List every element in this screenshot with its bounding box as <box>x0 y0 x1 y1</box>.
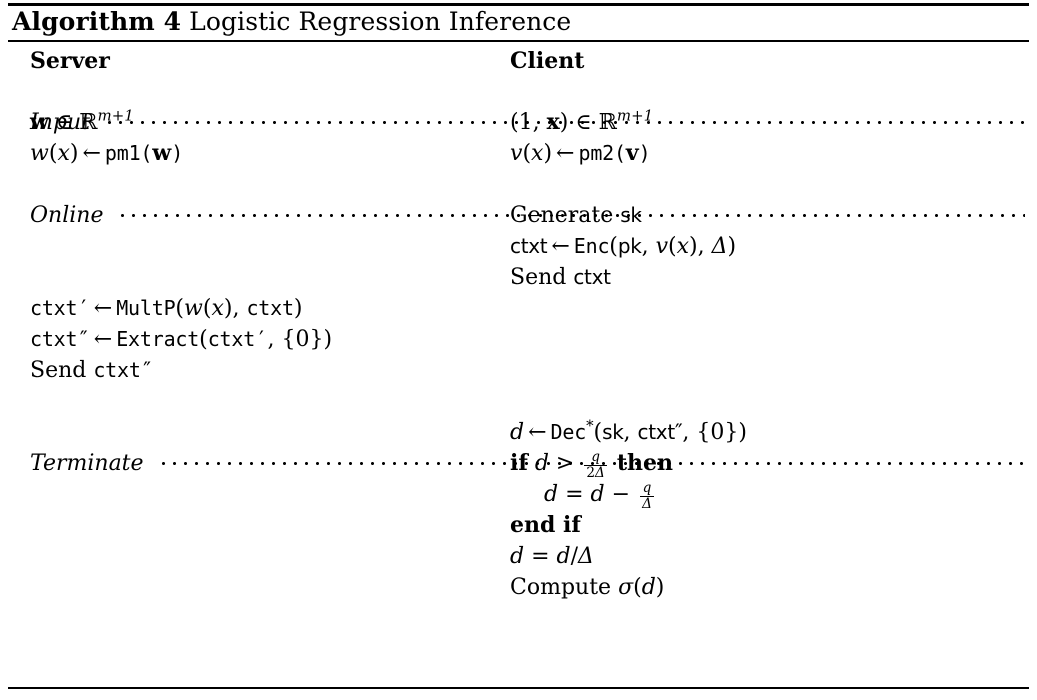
client-line-vx-pm2: v(x) ← pm2(v) <box>510 140 651 166</box>
token-pm2: pm2 <box>578 141 615 165</box>
token-send-2: Send <box>510 265 567 290</box>
fraction-numerator-q-2: q <box>642 479 652 496</box>
token-leftarrow-4: ← <box>556 141 575 166</box>
token-d-6: d <box>556 544 571 569</box>
token-ctxt-4: ctxt <box>93 358 141 382</box>
header-rule <box>8 40 1029 42</box>
client-terminate-phase-spacer <box>510 386 1025 417</box>
token-set-zero-2: {0} <box>696 420 739 445</box>
server-line-extract: ctxt″ ← Extract(ctxt′, {0}) <box>30 327 333 352</box>
phase-label-online: Online <box>30 203 104 228</box>
token-sk-2: sk <box>602 420 624 444</box>
server-blank-2 <box>30 231 500 262</box>
token-d: d <box>510 420 525 445</box>
token-v-bold: v <box>625 140 639 166</box>
client-blank-3 <box>510 355 1025 386</box>
token-dec: Dec <box>550 420 587 444</box>
token-pk: pk <box>617 234 642 258</box>
token-sigma: σ <box>618 575 634 600</box>
token-prime-2: ′ <box>255 327 268 351</box>
algorithm-title: Algorithm 4 Logistic Regression Inferenc… <box>12 6 571 38</box>
fraction-denominator-delta: Δ <box>640 495 654 512</box>
server-blank-3 <box>30 262 500 293</box>
token-leftarrow-3: ← <box>93 327 113 352</box>
token-extract: Extract <box>116 327 200 351</box>
bottom-rule <box>8 687 1029 689</box>
token-leftarrow-2: ← <box>93 296 113 321</box>
server-column-header: Server <box>30 48 110 74</box>
server-online-phase-spacer <box>30 169 500 200</box>
token-compute: Compute <box>510 575 612 600</box>
token-eq: = <box>565 482 584 507</box>
token-eq-2: = <box>531 544 550 569</box>
token-enc: Enc <box>573 234 610 258</box>
server-line-wx-pm1: dw(x)←pm1(w) <box>30 140 184 166</box>
server-line-multp: ctxt′ ← MultP(w(x), ctxt) <box>30 296 303 321</box>
token-d-4: d <box>590 482 605 507</box>
client-line-dec: d ← Dec*(sk, ctxt″, {0}) <box>510 416 747 445</box>
token-delta-2: Δ <box>578 544 594 569</box>
client-line-d-minus: d = d − qΔ <box>510 479 1025 511</box>
token-set-zero: {0} <box>281 327 324 352</box>
client-blank-2 <box>510 324 1025 355</box>
token-ctxt-3: ctxt <box>207 327 256 351</box>
token-slash: / <box>570 544 579 569</box>
algorithm-number: Algorithm 4 <box>12 7 182 36</box>
token-delta: Δ <box>711 234 728 259</box>
client-line-d-div-delta: d = d/Δ <box>510 541 1025 572</box>
token-end-if: end if <box>510 512 581 538</box>
token-ctxt-6: ctxt <box>573 265 611 289</box>
token-d-3: d <box>544 482 559 507</box>
client-online-phase-spacer <box>510 169 1025 200</box>
client-input-phase-spacer <box>510 76 1025 107</box>
token-dprime: ″ <box>77 327 90 351</box>
phase-leader-terminate <box>157 448 1025 470</box>
token-w-bold-arg: w <box>152 140 172 166</box>
algorithm-caption: Logistic Regression Inference <box>189 7 572 36</box>
token-leftarrow: ← <box>82 141 101 166</box>
token-prime: ′ <box>77 296 90 320</box>
token-ctxt-7: ctxt <box>637 420 676 444</box>
token-pm1: pm1 <box>104 141 141 165</box>
phase-row-terminate: Terminate <box>30 448 1025 479</box>
token-leftarrow-6: ← <box>528 420 547 445</box>
token-ctxt-5: ctxt <box>510 234 548 258</box>
phase-row-input: Input <box>30 107 1025 138</box>
fraction-q-over-delta: qΔ <box>640 481 654 511</box>
token-ctxt: ctxt <box>30 296 78 320</box>
token-leftarrow-5: ← <box>551 234 570 259</box>
client-line-enc: ctxt ← Enc(pk, v(x), Δ) <box>510 234 737 259</box>
client-line-send-ctxt: Send ctxt <box>510 262 1025 293</box>
server-line-send-ctxt: Send ctxt″ <box>30 355 500 386</box>
token-d-7: d <box>641 575 656 600</box>
token-minus: − <box>611 482 631 507</box>
token-send: Send <box>30 358 87 383</box>
algorithm-block: Algorithm 4 Logistic Regression Inferenc… <box>0 0 1037 700</box>
server-input-phase-spacer <box>30 76 500 107</box>
token-ctxt-arg: ctxt <box>246 296 294 320</box>
phase-label-terminate: Terminate <box>30 451 144 476</box>
phase-row-online: Online <box>30 200 1025 231</box>
phase-leader-online <box>117 200 1025 222</box>
client-blank-1 <box>510 293 1025 324</box>
client-line-end-if: end if <box>510 510 1025 541</box>
token-star: * <box>586 416 594 435</box>
token-multp: MultP <box>116 296 176 320</box>
client-line-compute-sigma: Compute σ(d) <box>510 575 665 600</box>
token-d-5: d <box>510 544 525 569</box>
phase-leader-input <box>103 107 1025 129</box>
token-dprime-2: ″ <box>140 358 154 382</box>
client-column-header: Client <box>510 48 585 74</box>
phase-label-input: Input <box>30 110 90 135</box>
token-ctxt-2: ctxt <box>30 327 78 351</box>
